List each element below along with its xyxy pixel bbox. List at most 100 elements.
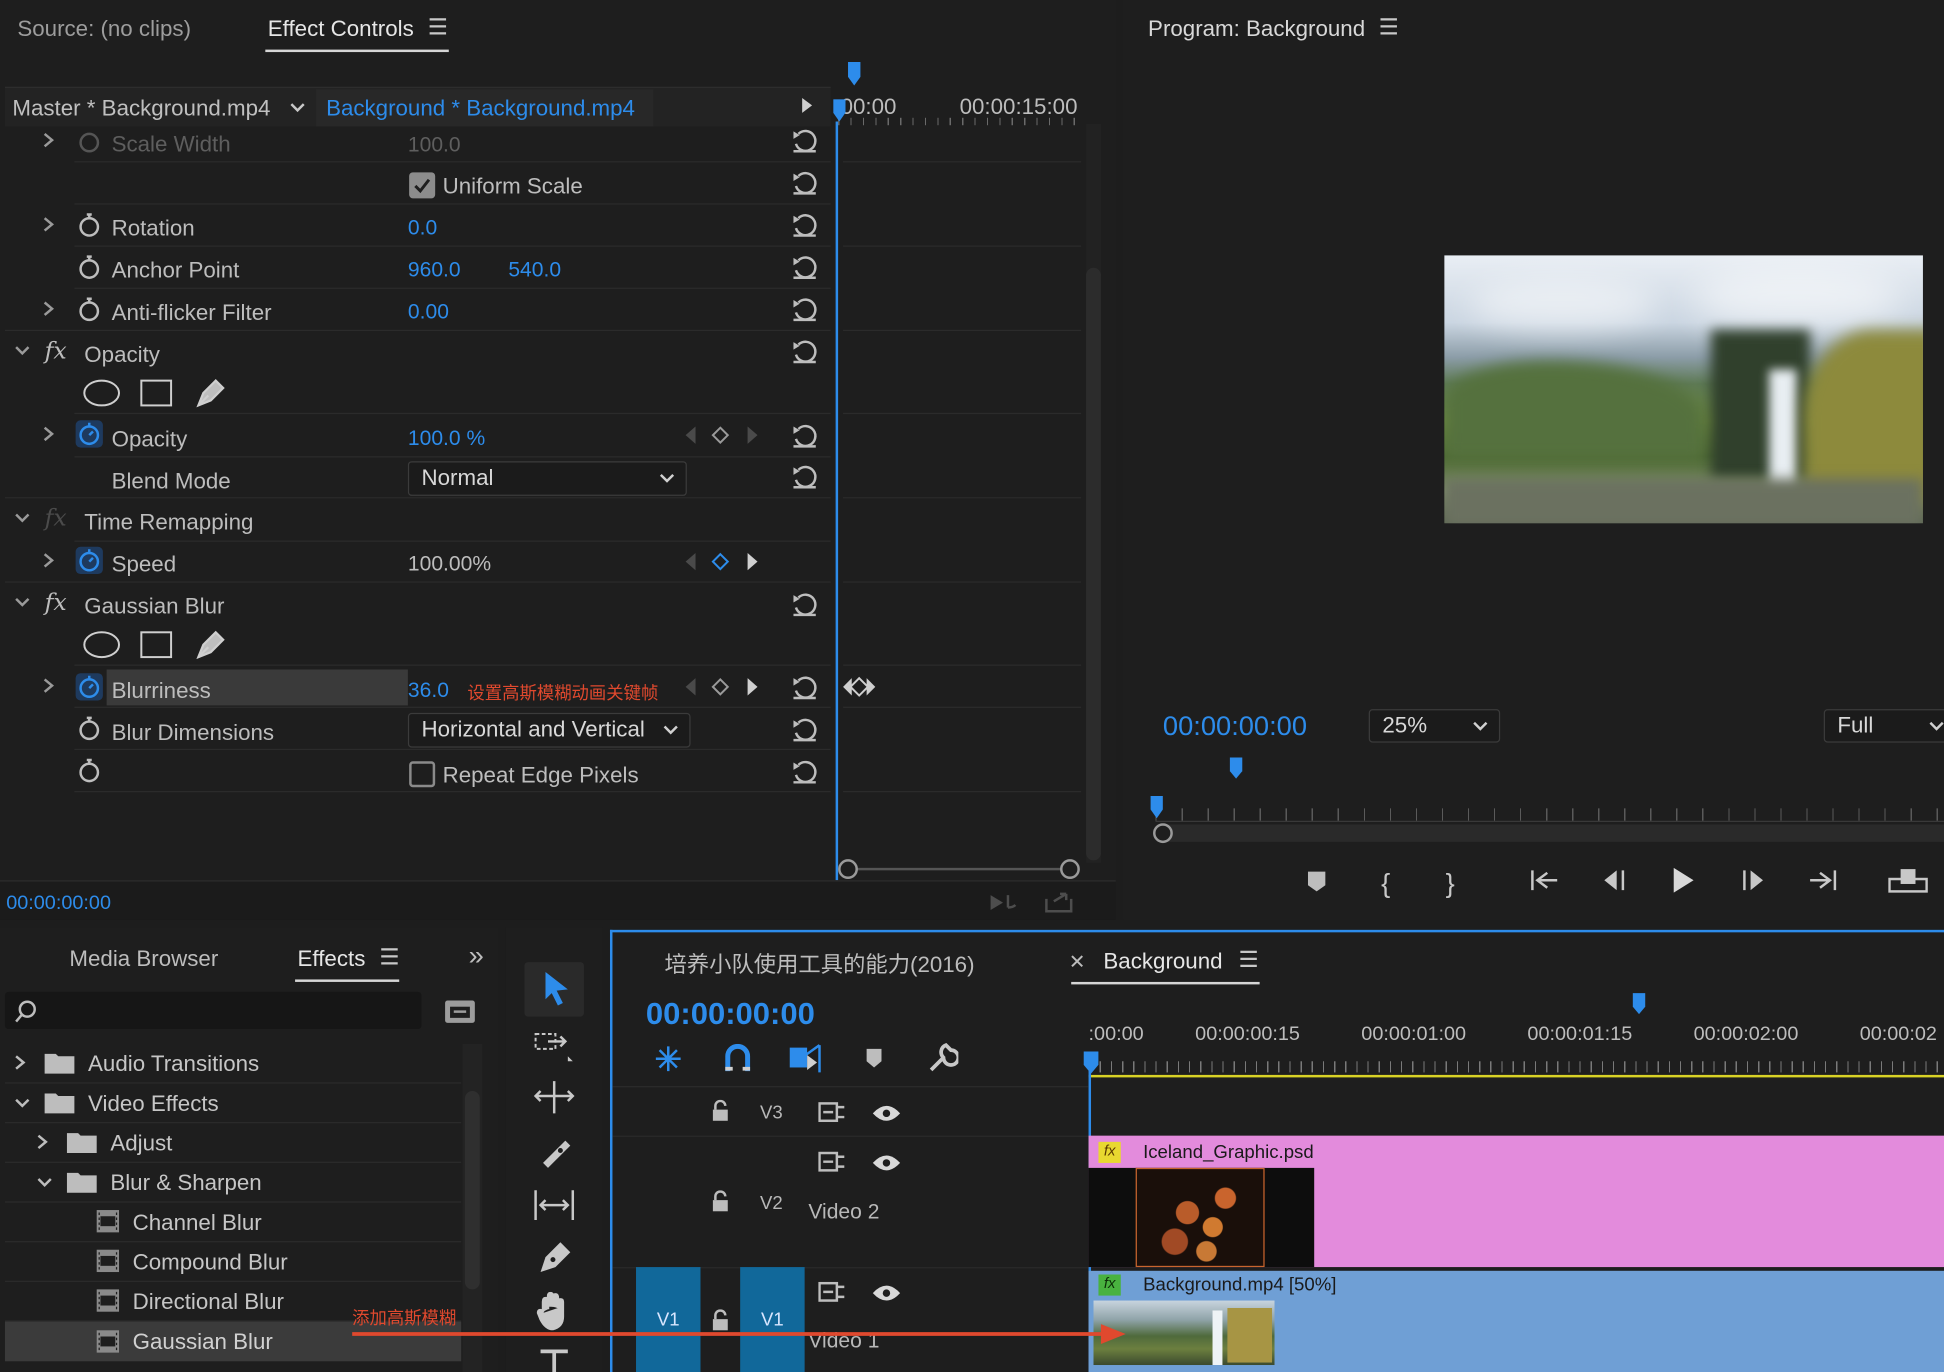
expand-chevron-icon[interactable] [42,216,55,233]
expand-chevron-icon[interactable] [36,1133,48,1150]
toggle-sync-icon[interactable] [818,1151,845,1173]
stopwatch-icon[interactable] [77,296,102,323]
stopwatch-icon[interactable] [77,129,102,154]
collapse-chevron-icon[interactable] [14,596,31,608]
lock-icon[interactable] [712,1099,729,1122]
tab-background-sequence[interactable]: Background [1103,948,1222,974]
slip-tool-icon[interactable] [533,1188,575,1223]
prev-keyframe-icon[interactable] [684,552,696,572]
zoom-handle-right[interactable] [1060,859,1080,880]
tab-effect-controls[interactable]: Effect Controls [268,16,414,42]
fx-icon[interactable]: fx [45,337,67,364]
ellipse-mask-icon[interactable] [82,630,122,660]
tree-video-effects[interactable]: Video Effects [88,1091,219,1117]
add-keyframe-icon[interactable] [710,425,730,445]
reset-parameter-icon[interactable] [791,340,818,365]
panel-menu-icon[interactable]: ☰ [1239,947,1259,973]
loop-audio-icon[interactable] [988,890,1020,915]
program-zoom-handle[interactable] [1153,823,1173,844]
scroll-thumb[interactable] [1086,267,1101,861]
tree-adjust[interactable]: Adjust [110,1131,172,1157]
nest-insert-icon[interactable] [652,1044,684,1074]
prev-keyframe-icon[interactable] [684,425,696,445]
lock-icon[interactable] [712,1190,729,1212]
ellipse-mask-icon[interactable] [82,378,122,408]
blur-dimensions-dropdown[interactable]: Horizontal and Vertical [407,712,691,748]
reset-parameter-icon[interactable] [791,255,818,280]
expand-chevron-icon[interactable] [42,552,55,569]
playhead-marker-icon[interactable] [1229,756,1244,781]
toggle-sync-icon[interactable] [818,1281,845,1303]
tab-effects[interactable]: Effects [298,946,366,972]
stopwatch-icon[interactable] [77,758,102,785]
pen-tool-icon[interactable] [536,1240,573,1277]
uniform-scale-checkbox[interactable] [409,172,436,199]
collapse-chevron-icon[interactable] [14,1097,31,1109]
expand-chevron-icon[interactable] [42,300,55,317]
stopwatch-active-icon[interactable] [74,419,104,449]
step-forward-icon[interactable] [1741,868,1768,893]
prev-keyframe-icon[interactable] [684,677,696,697]
tree-channel-blur[interactable]: Channel Blur [133,1210,262,1236]
add-keyframe-icon[interactable] [710,677,730,697]
zoom-dropdown[interactable]: 25% [1368,709,1501,743]
reset-parameter-icon[interactable] [791,298,818,323]
chevron-down-icon[interactable] [289,102,306,114]
program-timecode[interactable]: 00:00:00:00 [1163,710,1307,742]
stopwatch-icon[interactable] [77,254,102,281]
linked-selection-icon[interactable] [787,1043,822,1075]
stopwatch-active-icon[interactable] [74,672,104,702]
quality-dropdown[interactable]: Full [1823,709,1944,743]
anchor-point-x[interactable]: 960.0 [408,258,461,283]
play-triangle-icon[interactable] [801,97,813,114]
rectangle-mask-icon[interactable] [139,378,174,408]
reset-parameter-icon[interactable] [791,676,818,701]
sequence-clip-label[interactable]: Background * Background.mp4 [326,95,635,121]
master-clip-label[interactable]: Master * Background.mp4 [12,95,270,121]
lift-icon[interactable] [1888,867,1928,894]
tab-project-sequence[interactable]: 培养小队使用工具的能力(2016) [665,947,975,979]
reset-parameter-icon[interactable] [791,760,818,785]
next-keyframe-icon[interactable] [746,425,758,445]
blurriness-value[interactable]: 36.0 [408,678,449,703]
anchor-point-y[interactable]: 540.0 [508,258,561,283]
playhead-marker-icon[interactable] [847,61,862,88]
add-marker-icon[interactable] [864,1048,884,1070]
add-marker-icon[interactable] [1306,870,1328,892]
playhead-marker-icon[interactable] [1632,992,1647,1017]
repeat-edge-checkbox[interactable] [409,761,436,788]
tree-gaussian-blur[interactable]: Gaussian Blur [133,1329,273,1355]
tree-audio-transitions[interactable]: Audio Transitions [88,1051,259,1077]
panel-menu-icon[interactable]: ☰ [379,945,399,971]
reset-parameter-icon[interactable] [791,718,818,743]
panel-menu-icon[interactable]: ☰ [428,15,448,41]
reset-parameter-icon[interactable] [791,213,818,238]
anti-flicker-value[interactable]: 0.00 [408,300,449,325]
panel-menu-icon[interactable]: ☰ [1379,15,1399,41]
tree-directional-blur[interactable]: Directional Blur [133,1289,284,1315]
reset-parameter-icon[interactable] [791,465,818,490]
ripple-edit-tool-icon[interactable] [533,1079,575,1116]
program-zoom-bar[interactable] [1160,824,1944,842]
tree-blur-sharpen[interactable]: Blur & Sharpen [110,1170,261,1196]
snap-magnet-icon[interactable] [724,1043,751,1074]
toggle-sync-icon[interactable] [818,1101,845,1123]
effects-scroll-thumb[interactable] [464,1091,480,1290]
selection-tool-icon[interactable] [541,970,571,1007]
reset-parameter-icon[interactable] [791,171,818,196]
opacity-value[interactable]: 100.0 % [408,426,485,451]
new-bin-icon[interactable] [444,997,476,1024]
collapse-chevron-icon[interactable] [14,345,31,357]
pen-mask-icon[interactable] [193,376,225,411]
razor-tool-icon[interactable] [536,1133,573,1170]
expand-chevron-icon[interactable] [42,425,55,442]
stopwatch-icon[interactable] [77,715,102,742]
expand-chevron-icon[interactable] [42,131,55,148]
timeline-timecode[interactable]: 00:00:00:00 [646,997,815,1033]
mark-in-icon[interactable]: { [1381,868,1390,900]
tree-compound-blur[interactable]: Compound Blur [133,1250,288,1276]
reset-parameter-icon[interactable] [791,593,818,618]
tab-source[interactable]: Source: (no clips) [17,16,191,42]
next-keyframe-icon[interactable] [746,677,758,697]
rectangle-mask-icon[interactable] [139,630,174,660]
